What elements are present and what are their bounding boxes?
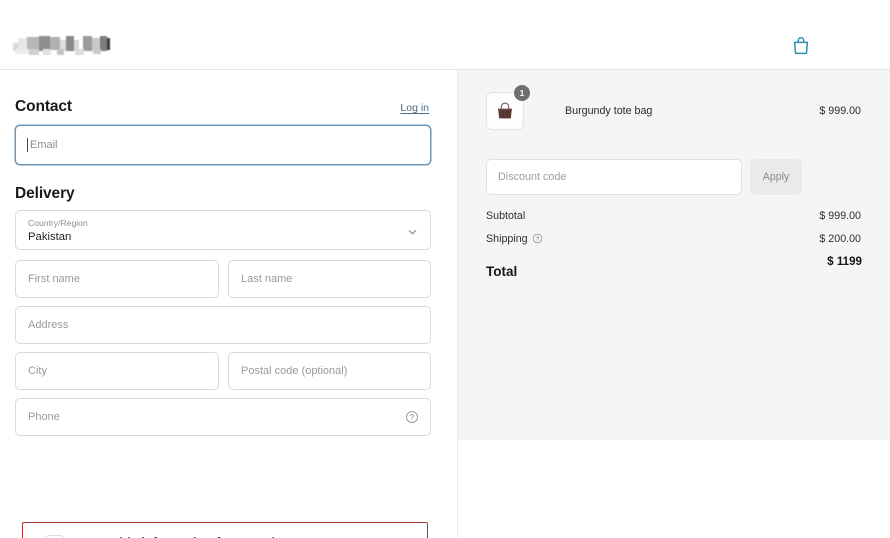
total-label: Total — [486, 264, 518, 279]
email-placeholder: Email — [30, 139, 58, 151]
city-placeholder: City — [28, 365, 47, 377]
order-line-item: 1 Burgundy tote bag $ 999.00 — [486, 85, 861, 142]
order-summary-panel: 1 Burgundy tote bag $ 999.00 Discount co… — [458, 70, 890, 440]
last-name-input[interactable]: Last name — [228, 260, 431, 298]
save-information-checkbox[interactable] — [45, 534, 64, 538]
chevron-down-icon — [407, 225, 418, 236]
subtotal-label: Subtotal — [486, 210, 526, 222]
apply-discount-button[interactable]: Apply — [750, 159, 802, 195]
save-information-highlight: Save this information for next time — [22, 522, 428, 538]
item-quantity-badge: 1 — [514, 85, 530, 101]
checkout-page: Contact Log in Email Delivery Country/Re… — [0, 0, 890, 538]
city-input[interactable]: City — [15, 352, 219, 390]
phone-input[interactable]: Phone — [15, 398, 431, 436]
text-caret — [27, 138, 28, 152]
store-logo — [13, 34, 110, 58]
discount-code-input[interactable]: Discount code — [486, 159, 742, 195]
site-header — [0, 0, 890, 70]
checkout-form-column: Contact Log in Email Delivery Country/Re… — [0, 70, 458, 538]
shipping-label-group: Shipping — [486, 233, 543, 245]
save-information-checkbox-row[interactable]: Save this information for next time — [23, 523, 427, 538]
contact-section-title: Contact — [15, 98, 72, 115]
info-circle-icon[interactable] — [532, 233, 543, 244]
postal-code-placeholder: Postal code (optional) — [241, 365, 348, 377]
first-name-input[interactable]: First name — [15, 260, 219, 298]
shopping-bag-icon[interactable] — [788, 33, 814, 59]
address-placeholder: Address — [28, 319, 69, 331]
address-input[interactable]: Address — [15, 306, 431, 344]
email-input[interactable]: Email — [15, 125, 431, 165]
phone-placeholder: Phone — [28, 411, 60, 423]
item-price: $ 999.00 — [819, 105, 861, 117]
country-region-label: Country/Region — [28, 218, 88, 228]
country-region-select[interactable]: Country/Region Pakistan — [15, 210, 431, 250]
question-circle-icon[interactable] — [405, 410, 419, 424]
shipping-label: Shipping — [486, 233, 528, 245]
total-value: $ 1199 — [827, 255, 862, 268]
first-name-placeholder: First name — [28, 273, 80, 285]
postal-code-input[interactable]: Postal code (optional) — [228, 352, 431, 390]
discount-code-placeholder: Discount code — [498, 171, 567, 183]
subtotal-value: $ 999.00 — [819, 210, 861, 222]
log-in-link[interactable]: Log in — [400, 102, 429, 114]
shipping-value: $ 200.00 — [819, 233, 861, 245]
country-region-value: Pakistan — [28, 231, 72, 243]
last-name-placeholder: Last name — [241, 273, 293, 285]
item-name: Burgundy tote bag — [565, 105, 653, 117]
delivery-section-title: Delivery — [15, 185, 75, 202]
